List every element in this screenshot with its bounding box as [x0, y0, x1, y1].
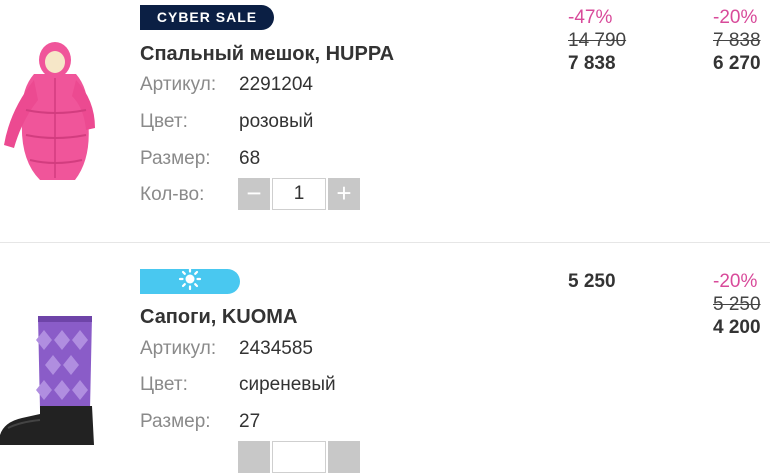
size-value: 27 — [239, 411, 261, 432]
price: 5 250 — [568, 271, 616, 292]
old-price: 5 250 — [713, 294, 761, 315]
color-label: Цвет: — [140, 374, 188, 395]
discount-percent: -47% — [568, 7, 613, 28]
quantity-stepper — [238, 441, 360, 473]
increase-quantity-button[interactable]: + — [328, 178, 360, 210]
product-image-sleeping-bag[interactable] — [0, 40, 95, 190]
quantity-label: Кол-во: — [140, 184, 205, 205]
quantity-input[interactable]: 1 — [272, 178, 326, 210]
old-price: 7 838 — [713, 30, 761, 51]
size-value: 68 — [239, 148, 261, 169]
sun-icon — [177, 267, 203, 295]
price-column-1: 5 250 — [568, 270, 616, 293]
item-divider — [0, 242, 770, 243]
color-value: розовый — [239, 111, 314, 132]
new-price: 4 200 — [713, 317, 761, 338]
article-value: 2291204 — [239, 74, 313, 95]
discount-percent: -20% — [713, 7, 758, 28]
new-price: 6 270 — [713, 53, 761, 74]
summer-badge — [140, 267, 240, 295]
quantity-input[interactable] — [272, 441, 326, 473]
size-label: Размер: — [140, 148, 211, 169]
cart-item: CYBER SALE Спальный мешок, HUPPA Артикул… — [0, 0, 770, 242]
product-title[interactable]: Сапоги, KUOMA — [140, 306, 297, 329]
color-label: Цвет: — [140, 111, 188, 132]
new-price: 7 838 — [568, 53, 616, 74]
old-price: 14 790 — [568, 30, 627, 51]
color-value: сиреневый — [239, 374, 336, 395]
cyber-sale-badge: CYBER SALE — [140, 5, 274, 30]
product-image-boots[interactable] — [0, 310, 100, 445]
product-title[interactable]: Спальный мешок, HUPPA — [140, 43, 394, 66]
discount-percent: -20% — [713, 271, 758, 292]
decrease-quantity-button[interactable]: − — [238, 178, 270, 210]
article-value: 2434585 — [239, 338, 313, 359]
article-label: Артикул: — [140, 338, 217, 359]
price-column-1: -47% 14 790 7 838 — [568, 6, 626, 75]
size-label: Размер: — [140, 411, 211, 432]
cart-item: Сапоги, KUOMA Артикул: 2434585 Цвет: сир… — [0, 244, 770, 473]
price-column-2: -20% 7 838 6 270 — [713, 6, 761, 75]
price-column-2: -20% 5 250 4 200 — [713, 270, 761, 339]
increase-quantity-button[interactable] — [328, 441, 360, 473]
decrease-quantity-button[interactable] — [238, 441, 270, 473]
article-label: Артикул: — [140, 74, 217, 95]
quantity-stepper: − 1 + — [238, 178, 360, 210]
